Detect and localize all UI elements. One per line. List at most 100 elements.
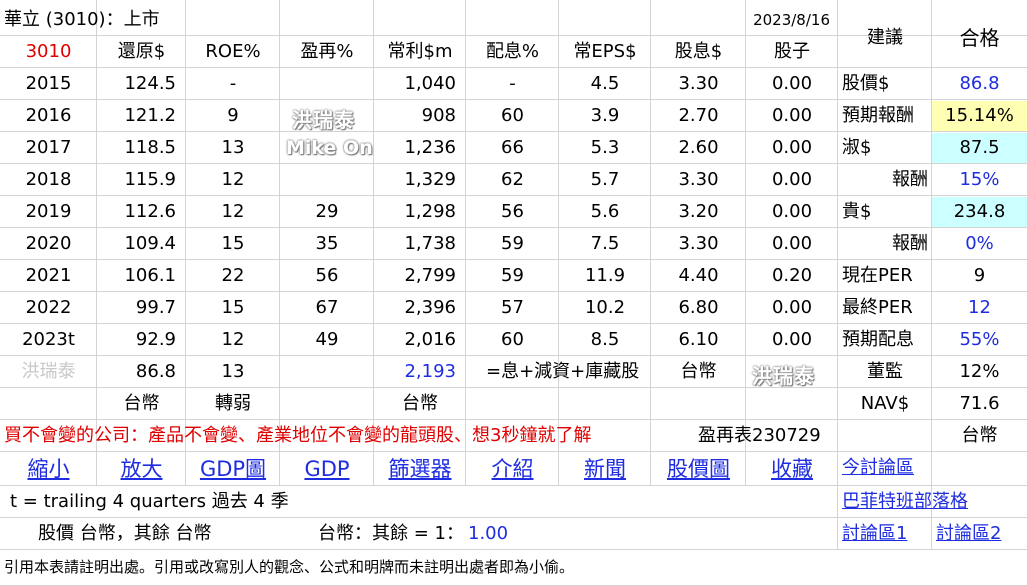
nav-link[interactable]: 新聞: [559, 452, 651, 486]
table-cell-payout: 66: [501, 137, 524, 158]
nav-link[interactable]: 放大: [97, 452, 186, 486]
table-cell-div: 3.30: [678, 169, 719, 190]
side-label: 最終PER: [842, 297, 913, 318]
today-forum-link[interactable]: 今討論區: [838, 452, 1027, 484]
table-cell-profit: 1,329: [404, 169, 456, 190]
summary-restored: 86.8: [135, 361, 176, 382]
table-cell-eps: 5.7: [590, 169, 620, 190]
table-cell-profit: 2,799: [404, 265, 456, 286]
slogan-text: 買不會變的公司：產品不會變、產業地位不會變的龍頭股、想3秒鐘就了解: [4, 425, 592, 446]
table-cell-stockdiv: 0.00: [771, 329, 813, 350]
side-value: 15%: [959, 169, 1000, 190]
footer-note: 引用本表請註明出處。引用或改寫別人的觀念、公式和明牌而未註明出處者即為小偷。: [4, 558, 575, 576]
spreadsheet-grid: 華立 (3010)：上市 2023/8/16 建議 合格 3010 還原$ ROE% 盈再% 常…: [0, 0, 1027, 586]
table-cell-roe: 15: [221, 297, 245, 318]
nav-link[interactable]: GDP圖: [186, 452, 280, 486]
table-cell-reinvest: 67: [315, 297, 339, 318]
forum1-link[interactable]: 討論區1: [838, 518, 932, 550]
forum2-link[interactable]: 討論區2: [932, 518, 1027, 550]
side-value: 0%: [965, 233, 994, 254]
unit-restored: 台幣: [123, 393, 160, 414]
table-cell-payout: 59: [501, 265, 524, 286]
side-label: 董監: [867, 361, 903, 382]
table-cell-year: 2015: [25, 73, 72, 94]
table-cell-eps: 3.9: [590, 105, 620, 126]
table-cell-div: 3.30: [678, 73, 719, 94]
pass-label: 合格: [959, 26, 1000, 50]
column-header-code: 3010: [25, 41, 72, 62]
side-value: 台幣: [961, 425, 998, 446]
summary-currency: 台幣: [680, 361, 717, 382]
table-cell-payout: 60: [501, 105, 524, 126]
side-value: 55%: [959, 329, 1000, 350]
table-cell-reinvest: 35: [315, 233, 339, 254]
column-header-payout: 配息%: [485, 41, 540, 62]
table-cell-eps: 10.2: [584, 297, 626, 318]
nav-link[interactable]: 縮小: [0, 452, 97, 486]
nav-link[interactable]: 介紹: [466, 452, 559, 486]
side-value: 87.5: [932, 133, 1027, 163]
dividend-note: =息+減資+庫藏股: [486, 361, 640, 382]
side-label: [838, 420, 932, 452]
table-cell-profit: 1,298: [404, 201, 456, 222]
side-label: 報酬: [892, 233, 928, 254]
advice-label: 建議: [867, 27, 903, 48]
table-cell-payout: 57: [501, 297, 524, 318]
watermark-cn-2: 洪瑞泰: [752, 364, 815, 388]
side-value: 86.8: [959, 73, 1000, 94]
column-header-div: 股息$: [674, 41, 723, 62]
side-label: 貴$: [842, 201, 872, 222]
side-label: 現在PER: [842, 265, 913, 286]
table-cell-roe: 13: [221, 137, 245, 158]
table-cell-roe: -: [229, 73, 237, 94]
table-ref: 盈再表230729: [698, 425, 821, 446]
table-cell-roe: 22: [221, 265, 245, 286]
page-title: 華立 (3010)：上市: [4, 9, 160, 30]
table-cell-restored: 92.9: [135, 329, 176, 350]
table-cell-div: 2.70: [678, 105, 719, 126]
table-cell-payout: -: [509, 73, 516, 94]
nav-link[interactable]: 篩選器: [374, 452, 466, 486]
table-cell-year: 2017: [25, 137, 72, 158]
side-value: 15.14%: [932, 101, 1027, 131]
side-value: 71.6: [959, 393, 1000, 414]
nav-link[interactable]: 股價圖: [651, 452, 746, 486]
summary-profit: 2,193: [404, 361, 456, 382]
table-cell-stockdiv: 0.00: [771, 233, 813, 254]
table-cell-reinvest: [280, 68, 374, 100]
table-cell-roe: 12: [221, 169, 245, 190]
table-cell-restored: 106.1: [124, 265, 176, 286]
table-cell-eps: 5.3: [590, 137, 620, 158]
table-cell-year: 2021: [25, 265, 72, 286]
author-name: 洪瑞泰: [21, 361, 76, 382]
column-header-eps: 常EPS$: [573, 41, 637, 62]
side-label: NAV$: [860, 393, 910, 414]
table-cell-year: 2022: [25, 297, 72, 318]
table-cell-year: 2018: [25, 169, 72, 190]
table-cell-payout: 60: [501, 329, 524, 350]
table-cell-eps: 8.5: [590, 329, 620, 350]
side-label: 報酬: [892, 169, 928, 190]
table-cell-profit: 2,016: [404, 329, 456, 350]
table-cell-payout: 62: [501, 169, 524, 190]
table-cell-div: 6.80: [678, 297, 719, 318]
table-cell-eps: 5.6: [590, 201, 620, 222]
table-cell-stockdiv: 0.00: [771, 201, 813, 222]
table-cell-eps: 7.5: [590, 233, 620, 254]
table-cell-stockdiv: 0.00: [771, 105, 813, 126]
watermark-cn: 洪瑞泰: [292, 108, 355, 132]
table-cell-payout: 59: [501, 233, 524, 254]
table-cell-payout: 56: [501, 201, 524, 222]
side-value: 12: [968, 297, 991, 318]
nav-link[interactable]: GDP: [280, 452, 374, 486]
column-header-restored: 還原$: [117, 41, 166, 62]
table-cell-div: 4.40: [678, 265, 719, 286]
table-cell-eps: 11.9: [584, 265, 626, 286]
column-header-reinvest: 盈再%: [300, 41, 354, 62]
nav-link[interactable]: 收藏: [746, 452, 838, 486]
buffett-blog-link[interactable]: 巴菲特班部落格: [838, 486, 1027, 518]
table-cell-stockdiv: 0.00: [771, 73, 813, 94]
table-cell-profit: 1,040: [404, 73, 456, 94]
table-cell-div: 6.10: [678, 329, 719, 350]
table-cell-restored: 115.9: [124, 169, 176, 190]
